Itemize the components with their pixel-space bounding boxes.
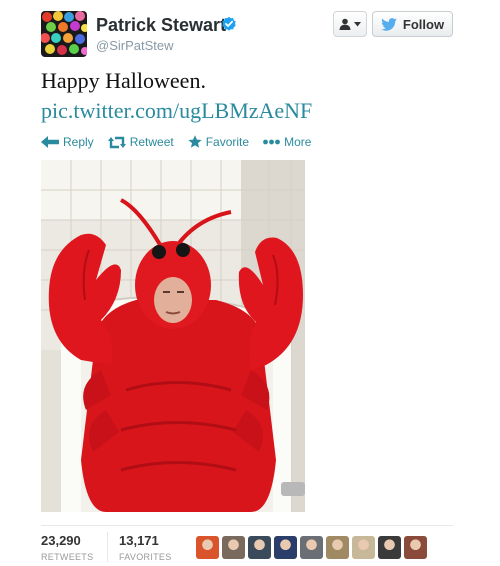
verified-badge-icon — [221, 16, 237, 32]
user-display-name[interactable]: Patrick Stewart — [96, 15, 226, 36]
tweet-actions-bar: Reply Retweet Favorite More — [41, 134, 325, 150]
stats-divider — [41, 525, 453, 526]
avatar-image — [41, 11, 87, 57]
favorites-label: FAVORITES — [119, 552, 172, 562]
user-handle[interactable]: @SirPatStew — [96, 38, 174, 53]
stats-separator — [107, 532, 108, 562]
profile-avatar[interactable] — [41, 11, 87, 57]
favoriter-avatar[interactable] — [326, 536, 349, 559]
more-label: More — [284, 135, 312, 149]
user-actions-dropdown-button[interactable] — [333, 11, 367, 37]
retweets-stat[interactable]: 23,290 RETWEETS — [41, 533, 93, 562]
favoriter-avatar[interactable] — [248, 536, 271, 559]
favoriter-avatar[interactable] — [352, 536, 375, 559]
more-action[interactable]: More — [263, 135, 311, 149]
favoriter-avatars — [196, 536, 427, 559]
favoriter-avatar[interactable] — [378, 536, 401, 559]
favoriter-avatar[interactable] — [300, 536, 323, 559]
favoriter-avatar[interactable] — [274, 536, 297, 559]
lobster-costume-photo — [41, 160, 305, 512]
person-icon — [339, 18, 351, 30]
retweets-label: RETWEETS — [41, 552, 94, 562]
follow-button-label: Follow — [402, 16, 445, 32]
retweet-label: Retweet — [129, 135, 174, 149]
twitter-bird-icon — [381, 17, 397, 31]
favoriter-avatar[interactable] — [404, 536, 427, 559]
follow-button[interactable]: Follow — [372, 11, 453, 37]
tweet-photo[interactable] — [41, 160, 305, 512]
reply-label: Reply — [63, 135, 94, 149]
reply-action[interactable]: Reply — [41, 135, 94, 149]
star-icon — [188, 135, 202, 148]
retweets-count: 23,290 — [41, 533, 81, 548]
caret-down-icon — [354, 21, 361, 26]
favoriter-avatar[interactable] — [196, 536, 219, 559]
retweet-action[interactable]: Retweet — [107, 135, 174, 149]
favorites-stat[interactable]: 13,171 FAVORITES — [119, 533, 172, 562]
favorite-action[interactable]: Favorite — [188, 135, 249, 149]
favorite-label: Favorite — [205, 135, 250, 149]
retweet-icon — [107, 136, 126, 148]
reply-arrow-icon — [41, 136, 59, 148]
ellipsis-icon — [263, 139, 280, 145]
favorites-count: 13,171 — [119, 533, 159, 548]
tweet-media-link[interactable]: pic.twitter.com/ugLBMzAeNF — [41, 96, 312, 125]
favoriter-avatar[interactable] — [222, 536, 245, 559]
tweet-card: Patrick Stewart @SirPatStew Follow Happy… — [0, 0, 500, 566]
tweet-text: Happy Halloween. — [41, 68, 206, 93]
